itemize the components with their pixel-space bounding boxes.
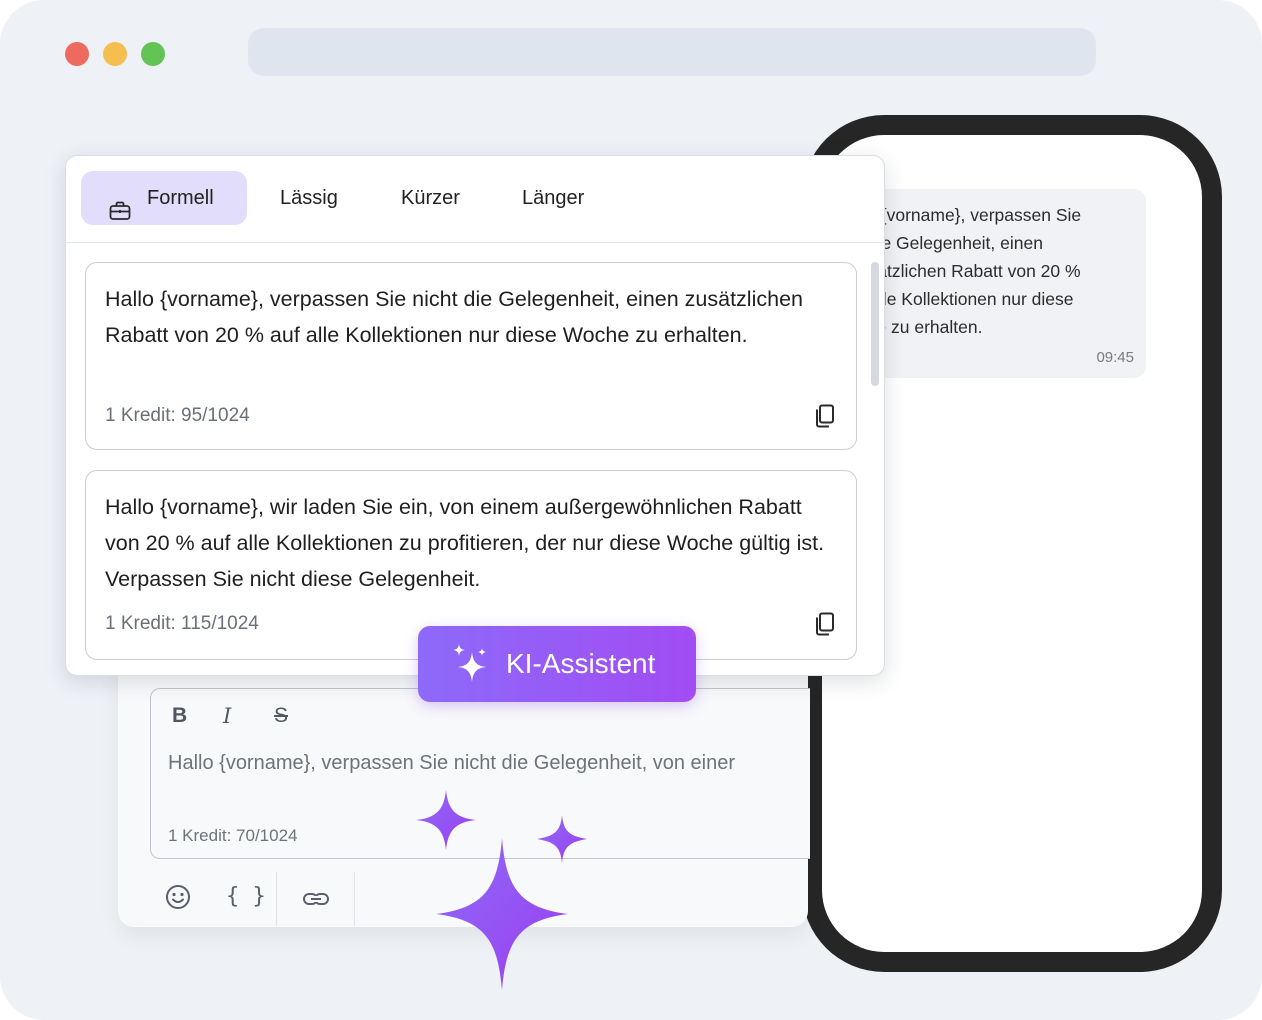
tab-laenger[interactable]: Länger — [522, 171, 584, 225]
editor-credit-counter: 1 Kredit: 70/1024 — [168, 826, 298, 845]
message-line: auf alle Kollektionen nur diese — [840, 289, 1074, 309]
close-window-button[interactable] — [65, 42, 89, 66]
tab-kuerzer[interactable]: Kürzer — [401, 171, 460, 225]
copy-icon[interactable] — [814, 404, 836, 433]
scrollbar[interactable] — [871, 262, 879, 386]
emoji-icon[interactable] — [164, 883, 192, 913]
editor-text[interactable]: Hallo {vorname}, verpassen Sie nicht die… — [168, 752, 788, 775]
ai-assistant-button[interactable]: KI-Assistent — [418, 626, 696, 702]
browser-window: Hallo {vorname}, verpassen Sie nicht die… — [0, 0, 1262, 1020]
sparkle-icon — [436, 838, 568, 990]
ai-suggestions-popup: Formell Lässig Kürzer Länger Hallo {vorn… — [65, 155, 885, 676]
message-text: Hallo {vorname}, verpassen Sie nicht die… — [862, 201, 1152, 341]
suggestion-text: Hallo {vorname}, wir laden Sie ein, von … — [105, 495, 825, 591]
variable-braces-icon[interactable]: { } — [226, 884, 266, 914]
tab-laessig[interactable]: Lässig — [280, 171, 338, 225]
bold-button[interactable]: B — [172, 704, 187, 728]
toolbar-divider — [276, 872, 277, 926]
toolbar-divider — [354, 872, 355, 926]
link-icon[interactable] — [302, 887, 330, 917]
ai-assistant-label: KI-Assistent — [506, 648, 656, 679]
italic-button[interactable]: I — [223, 704, 231, 728]
copy-icon[interactable] — [814, 612, 836, 641]
address-bar[interactable] — [248, 28, 1096, 76]
message-bubble: Hallo {vorname}, verpassen Sie nicht die… — [852, 189, 1146, 378]
sparkles-icon — [452, 644, 488, 689]
tab-formell[interactable]: Formell — [81, 171, 247, 225]
suggestion-credit: 1 Kredit: 95/1024 — [105, 405, 250, 426]
message-time: 09:45 — [1096, 349, 1134, 366]
suggestion-credit: 1 Kredit: 115/1024 — [105, 613, 259, 634]
message-line: zusätzlichen Rabatt von 20 % — [850, 261, 1081, 281]
suggestion-text: Hallo {vorname}, verpassen Sie nicht die… — [105, 287, 803, 347]
strikethrough-button[interactable]: S — [274, 704, 288, 728]
tone-tabs: Formell Lässig Kürzer Länger — [66, 156, 884, 243]
briefcase-icon — [109, 188, 131, 242]
minimize-window-button[interactable] — [103, 42, 127, 66]
maximize-window-button[interactable] — [141, 42, 165, 66]
tab-label: Formell — [147, 187, 214, 209]
suggestion-card[interactable]: Hallo {vorname}, verpassen Sie nicht die… — [85, 262, 857, 450]
